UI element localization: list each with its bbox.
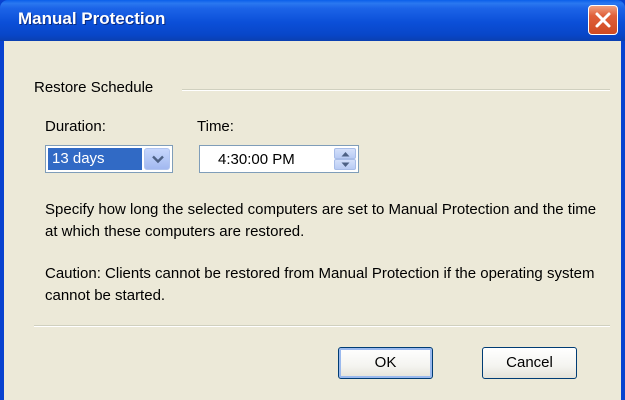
caution-text: Caution: Clients cannot be restored from… [45,265,595,304]
group-label-restore-schedule: Restore Schedule [34,79,154,96]
time-value[interactable]: 4:30:00 PM [218,151,295,168]
duration-value: 13 days [48,148,142,170]
description-text: Specify how long the selected computers … [45,201,597,240]
chevron-down-icon [152,155,164,164]
time-picker[interactable]: 4:30:00 PM [199,145,359,173]
dialog-window: Manual Protection Restore Schedule Durat… [0,0,625,400]
time-label: Time: [197,118,234,135]
duration-select[interactable]: 13 days [45,145,173,173]
duration-dropdown-button[interactable] [144,148,170,170]
group-divider [182,89,610,91]
window-title: Manual Protection [18,9,166,28]
close-button[interactable] [588,5,618,35]
title-bar[interactable]: Manual Protection [0,0,625,41]
time-spin-up-button[interactable] [334,148,356,159]
ok-button[interactable]: OK [338,347,433,379]
dialog-body: Restore Schedule Duration: Time: 13 days… [4,41,621,400]
cancel-button[interactable]: Cancel [482,347,577,379]
time-spinner[interactable] [334,148,356,170]
time-spin-down-button[interactable] [334,159,356,170]
duration-label: Duration: [45,118,106,135]
chevron-down-icon [341,162,350,167]
button-separator [34,325,610,327]
chevron-up-icon [341,152,350,157]
close-icon [595,12,611,28]
